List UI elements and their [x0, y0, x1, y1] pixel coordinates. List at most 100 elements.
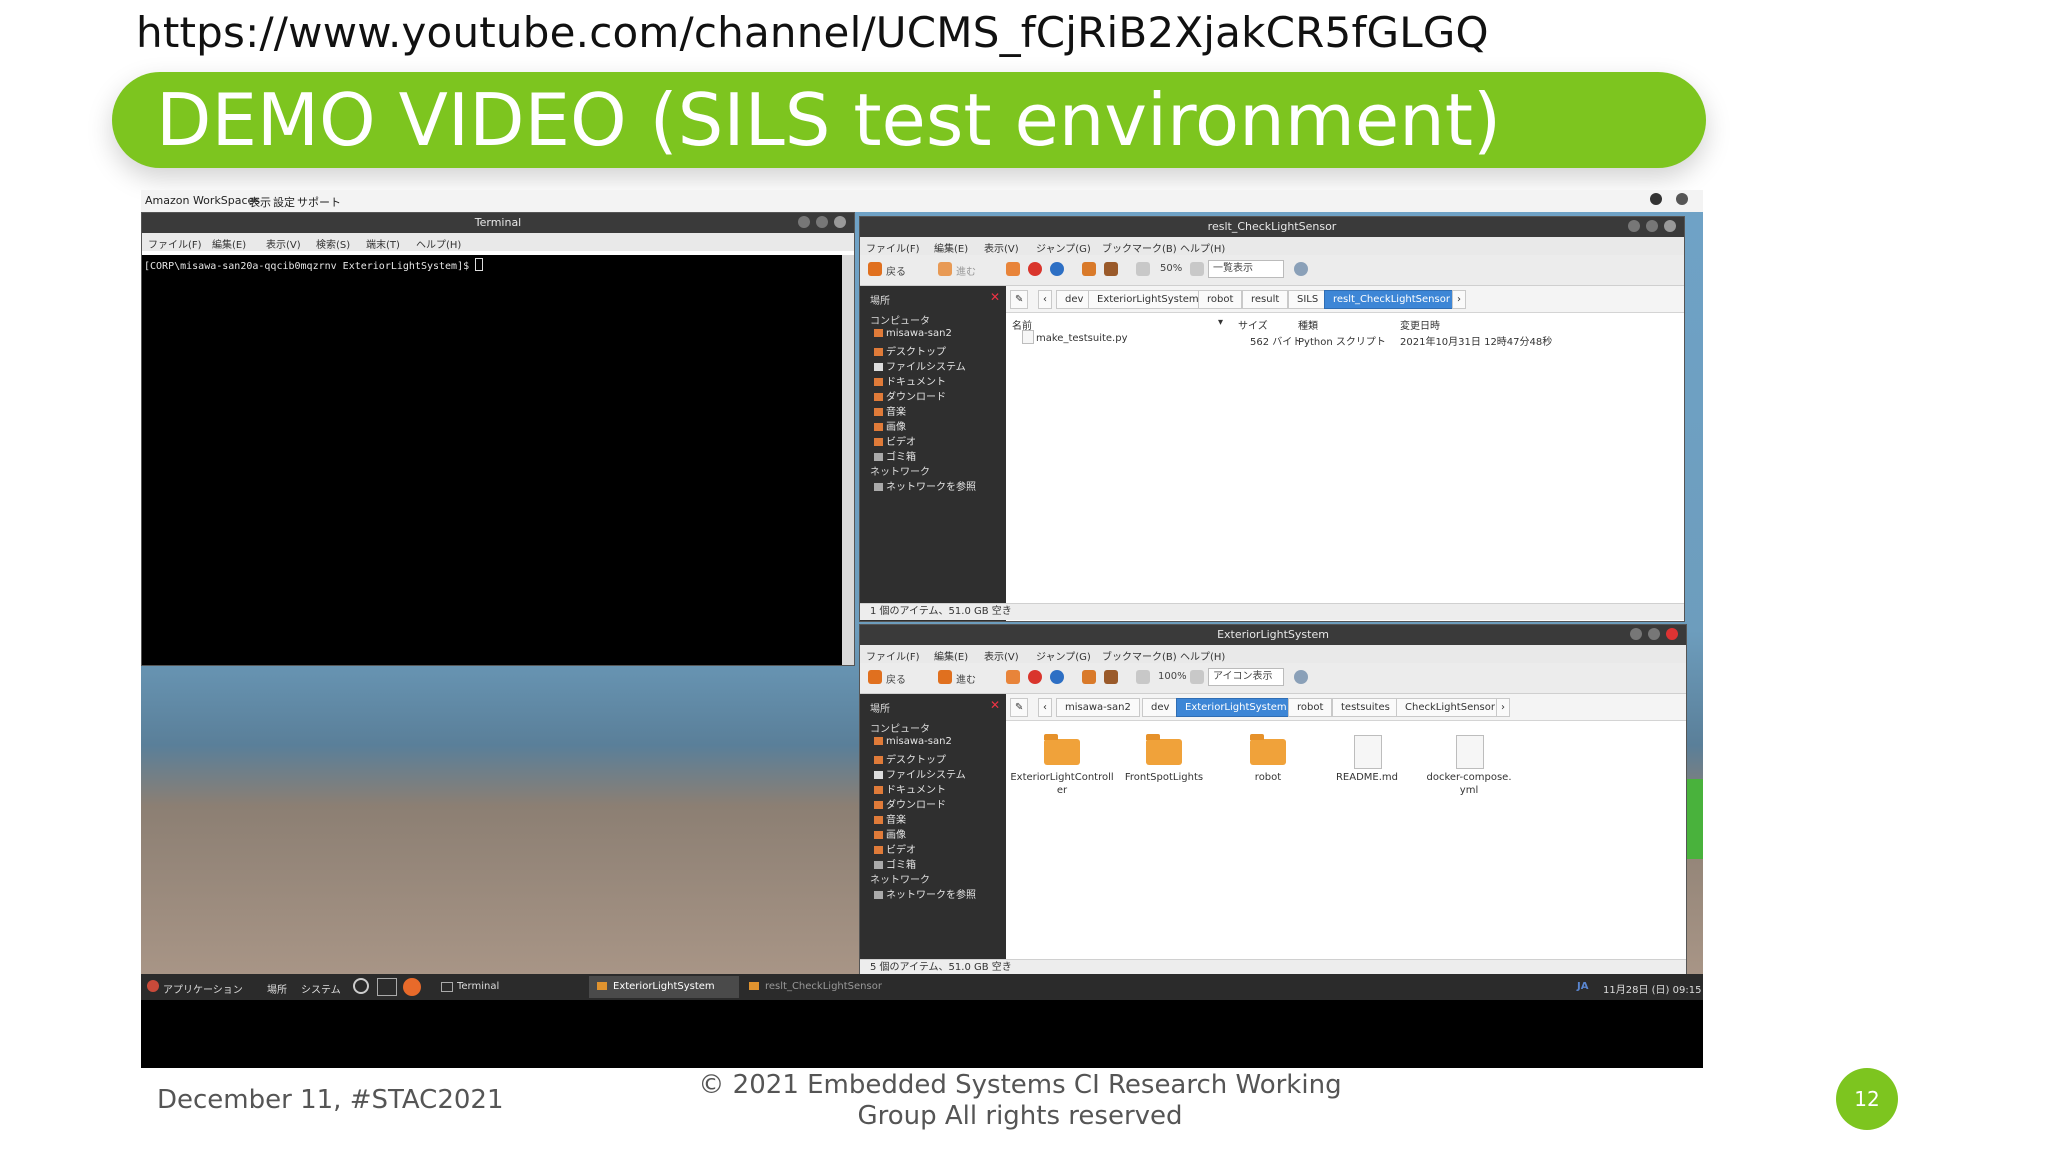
menu-system[interactable]: システム — [301, 981, 341, 996]
computer-icon[interactable] — [1104, 670, 1118, 684]
sidebar-item-videos[interactable]: ビデオ — [874, 433, 916, 448]
menu-bookmarks[interactable]: ブックマーク(B) — [1102, 648, 1177, 663]
sidebar-item-home[interactable]: misawa-san2 — [874, 328, 952, 339]
edit-location-icon[interactable]: ✎ — [1010, 698, 1029, 717]
terminal-scrollbar[interactable] — [842, 255, 854, 665]
minimize-icon[interactable] — [798, 216, 810, 228]
places-header[interactable]: 場所 — [870, 292, 890, 307]
chevron-left-icon[interactable]: ‹ — [1038, 698, 1052, 717]
menu-view[interactable]: 表示(V) — [984, 648, 1019, 663]
up-arrow-icon[interactable] — [1006, 262, 1020, 276]
sidebar-item-downloads[interactable]: ダウンロード — [874, 796, 946, 811]
menu-view[interactable]: 表示(V) — [984, 240, 1019, 255]
applications-icon[interactable] — [147, 980, 159, 992]
workspaces-menu-support[interactable]: サポート — [297, 194, 341, 210]
chevron-down-icon[interactable]: ▾ — [1218, 317, 1223, 328]
fm2-titlebar[interactable]: ExteriorLightSystem — [860, 625, 1686, 645]
chevron-right-icon[interactable]: › — [1496, 698, 1510, 717]
menu-go[interactable]: ジャンプ(G) — [1036, 648, 1091, 663]
edit-location-icon[interactable]: ✎ — [1010, 290, 1029, 309]
sidebar-item-documents[interactable]: ドキュメント — [874, 781, 946, 796]
crumb-testsuites[interactable]: testsuites — [1332, 698, 1399, 717]
terminal-window[interactable]: Terminal ファイル(F) 編集(E) 表示(V) 検索(S) 端末(T)… — [141, 212, 855, 666]
crumb-robot[interactable]: robot — [1198, 290, 1243, 309]
close-icon[interactable] — [1664, 220, 1676, 232]
crumb-dev[interactable]: dev — [1056, 290, 1093, 309]
maximize-icon[interactable] — [1648, 628, 1660, 640]
menu-file[interactable]: ファイル(F) — [866, 648, 920, 663]
menu-go[interactable]: ジャンプ(G) — [1036, 240, 1091, 255]
crumb-robot[interactable]: robot — [1288, 698, 1333, 717]
column-type[interactable]: 種類 — [1298, 317, 1318, 332]
column-size[interactable]: サイズ — [1238, 317, 1268, 332]
input-method-indicator[interactable]: JA — [1577, 981, 1588, 992]
menu-edit[interactable]: 編集(E) — [934, 648, 968, 663]
sidebar-item-music[interactable]: 音楽 — [874, 403, 906, 418]
up-arrow-icon[interactable] — [1006, 670, 1020, 684]
menu-help[interactable]: ヘルプ(H) — [416, 236, 461, 251]
zoom-out-icon[interactable] — [1136, 262, 1150, 276]
crumb-sils[interactable]: SILS — [1288, 290, 1328, 309]
close-icon[interactable] — [1666, 628, 1678, 640]
close-icon[interactable]: ✕ — [990, 290, 1000, 304]
sidebar-item-trash[interactable]: ゴミ箱 — [874, 856, 916, 871]
menu-help[interactable]: ヘルプ(H) — [1180, 240, 1225, 255]
forward-button[interactable]: 進む — [956, 671, 976, 686]
back-arrow-icon[interactable] — [868, 670, 882, 684]
sidebar-item-filesystem[interactable]: ファイルシステム — [874, 358, 966, 373]
menu-edit[interactable]: 編集(E) — [212, 236, 246, 251]
chevron-right-icon[interactable]: › — [1452, 290, 1466, 309]
zoom-out-icon[interactable] — [1136, 670, 1150, 684]
sidebar-item-trash[interactable]: ゴミ箱 — [874, 448, 916, 463]
minimize-icon[interactable] — [1628, 220, 1640, 232]
sidebar-item-videos[interactable]: ビデオ — [874, 841, 916, 856]
minimize-icon[interactable] — [1630, 628, 1642, 640]
zoom-in-icon[interactable] — [1190, 670, 1204, 684]
forward-arrow-icon[interactable] — [938, 670, 952, 684]
sidebar-item-pictures[interactable]: 画像 — [874, 826, 906, 841]
terminal-titlebar[interactable]: Terminal — [142, 213, 854, 233]
settings-icon[interactable] — [1676, 193, 1688, 205]
reload-icon[interactable] — [1050, 262, 1064, 276]
search-icon[interactable] — [353, 978, 369, 994]
forward-button[interactable]: 進む — [956, 263, 976, 278]
clock[interactable]: 11月28日 (日) 09:15 — [1603, 981, 1701, 996]
file-manager-window-project[interactable]: ExteriorLightSystem ファイル(F) 編集(E) 表示(V) … — [859, 624, 1687, 976]
video-url[interactable]: https://www.youtube.com/channel/UCMS_fCj… — [136, 8, 1489, 57]
search-icon[interactable] — [1294, 670, 1308, 684]
sidebar-item-downloads[interactable]: ダウンロード — [874, 388, 946, 403]
menu-help[interactable]: ヘルプ(H) — [1180, 648, 1225, 663]
zoom-in-icon[interactable] — [1190, 262, 1204, 276]
sidebar-item-desktop[interactable]: デスクトップ — [874, 751, 946, 766]
menu-edit[interactable]: 編集(E) — [934, 240, 968, 255]
back-button[interactable]: 戻る — [886, 671, 906, 686]
computer-icon[interactable] — [1104, 262, 1118, 276]
menu-view[interactable]: 表示(V) — [266, 236, 301, 251]
crumb-misawa-san2[interactable]: misawa-san2 — [1056, 698, 1140, 717]
view-mode-select[interactable]: 一覧表示 — [1208, 260, 1284, 278]
crumb-exteriorlightsystem[interactable]: ExteriorLightSystem — [1176, 698, 1296, 717]
menu-bookmarks[interactable]: ブックマーク(B) — [1102, 240, 1177, 255]
reload-icon[interactable] — [1050, 670, 1064, 684]
sidebar-item-browse-network[interactable]: ネットワークを参照 — [874, 886, 976, 901]
sidebar-item-music[interactable]: 音楽 — [874, 811, 906, 826]
places-header[interactable]: 場所 — [870, 700, 890, 715]
view-mode-select[interactable]: アイコン表示 — [1208, 668, 1284, 686]
menu-applications[interactable]: アプリケーション — [163, 981, 243, 996]
menu-terminal[interactable]: 端末(T) — [366, 236, 400, 251]
crumb-checklightsensor[interactable]: CheckLightSensor — [1396, 698, 1504, 717]
workspaces-menu-view[interactable]: 表示 — [249, 194, 271, 210]
home-icon[interactable] — [1082, 670, 1096, 684]
sidebar-item-pictures[interactable]: 画像 — [874, 418, 906, 433]
menu-file[interactable]: ファイル(F) — [148, 236, 202, 251]
stop-icon[interactable] — [1028, 262, 1042, 276]
file-manager-window-results[interactable]: reslt_CheckLightSensor ファイル(F) 編集(E) 表示(… — [859, 216, 1685, 622]
crumb-reslt-checklightsensor[interactable]: reslt_CheckLightSensor — [1324, 290, 1459, 309]
column-modified[interactable]: 変更日時 — [1400, 317, 1440, 332]
task-reslt-checklightsensor[interactable]: reslt_CheckLightSensor — [765, 981, 882, 992]
crumb-dev[interactable]: dev — [1142, 698, 1179, 717]
workspaces-menu-settings[interactable]: 設定 — [273, 194, 295, 210]
bug-icon[interactable] — [1650, 193, 1662, 205]
forward-arrow-icon[interactable] — [938, 262, 952, 276]
firefox-icon[interactable] — [403, 978, 421, 996]
